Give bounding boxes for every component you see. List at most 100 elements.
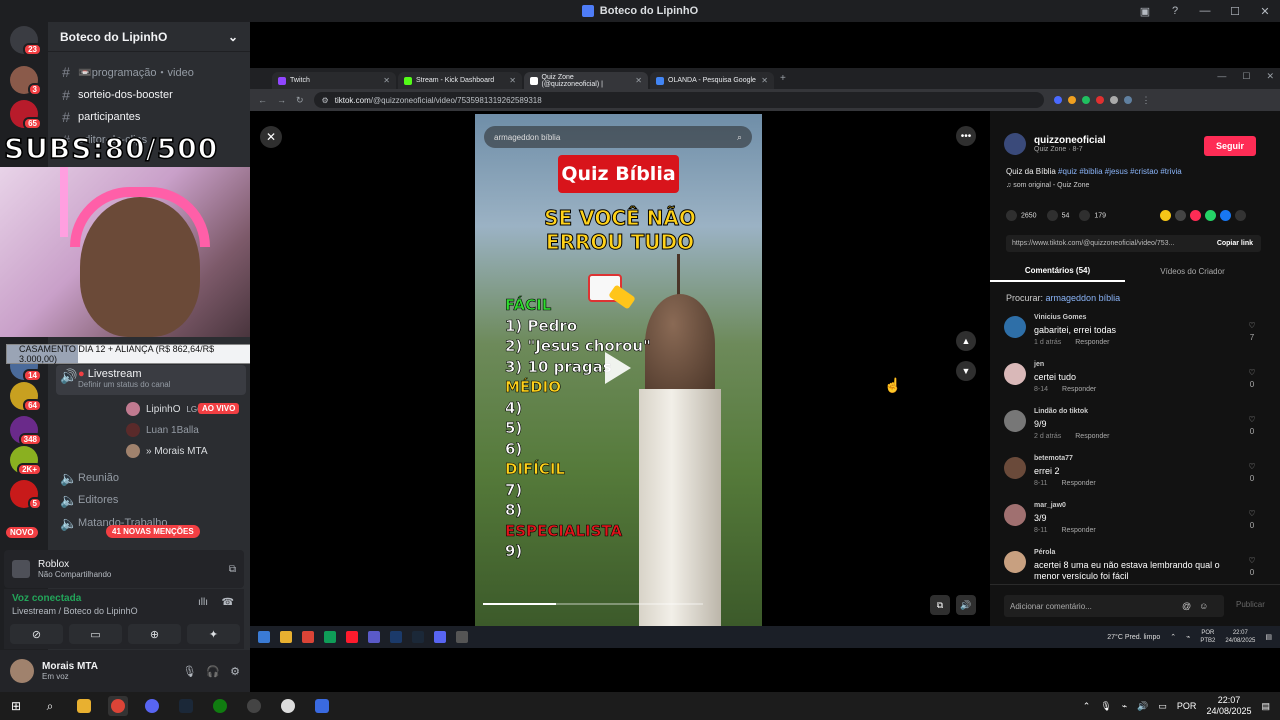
comment-like-button[interactable]: ♡ 0 <box>1244 414 1260 438</box>
comment-user[interactable]: mar_jaw0 <box>1034 502 1066 509</box>
folder-icon[interactable] <box>280 631 292 643</box>
maximize-button[interactable]: ☐ <box>1220 5 1250 18</box>
search-query-link[interactable]: armageddon bíblia <box>1046 293 1121 303</box>
comment-user[interactable]: jen <box>1034 361 1044 368</box>
channel-item[interactable]: # sorteio-dos-booster <box>56 85 246 105</box>
tab-kick[interactable]: Stream - Kick Dashboard ✕ <box>398 72 522 89</box>
file-explorer-icon[interactable] <box>74 696 94 716</box>
language-indicator[interactable]: POR <box>1177 701 1197 711</box>
steam-icon[interactable] <box>176 696 196 716</box>
display-icon[interactable]: ▭ <box>1158 701 1167 712</box>
server-icon[interactable]: 3 <box>10 66 42 96</box>
edge-icon[interactable] <box>324 631 336 643</box>
avatar[interactable] <box>1004 457 1026 479</box>
network-icon[interactable]: ⌁ <box>1186 633 1190 641</box>
signal-icon[interactable]: ıllı <box>198 597 208 608</box>
video-player[interactable]: armageddon bíblia ⌕ Quiz Bíblia SE VOCÊ … <box>475 114 762 626</box>
extension-icon[interactable] <box>1067 96 1076 104</box>
comment-user[interactable]: Vinicius Gomes <box>1034 314 1086 321</box>
menu-icon[interactable]: ⋮ <box>1142 95 1151 106</box>
server-header[interactable]: Boteco do LipinhO ⌄ <box>48 22 250 52</box>
send-icon[interactable] <box>1190 210 1201 221</box>
address-bar[interactable]: ⚙ tiktok.com/@quizzoneoficial/video/7535… <box>313 92 1044 108</box>
mention-icon[interactable]: @ <box>1182 601 1191 611</box>
volume-icon[interactable]: 🔊 <box>1137 701 1148 712</box>
extension-icon[interactable] <box>1095 96 1104 104</box>
gear-icon[interactable]: ⚙ <box>230 665 240 678</box>
pip-button[interactable]: ⧉ <box>930 595 950 615</box>
extension-icon[interactable] <box>1081 96 1090 104</box>
microphone-icon[interactable]: 🎙 <box>1100 701 1111 712</box>
server-icon[interactable]: 348 <box>10 416 42 446</box>
profile-icon[interactable] <box>1123 96 1132 104</box>
notification-icon[interactable]: ▤ <box>1261 701 1270 712</box>
minimize-button[interactable]: — <box>1217 71 1226 82</box>
comment-user[interactable]: Lindão do tiktok <box>1034 408 1088 415</box>
comment-button[interactable]: 54 <box>1046 210 1069 221</box>
close-viewer-button[interactable]: ✕ <box>260 126 282 148</box>
reply-button[interactable]: Responder <box>1075 433 1109 440</box>
server-icon[interactable]: 64 <box>10 382 42 412</box>
obs-icon[interactable] <box>244 696 264 716</box>
xbox-icon[interactable] <box>210 696 230 716</box>
facebook-icon[interactable] <box>1220 210 1231 221</box>
previous-video-button[interactable]: ▲ <box>956 331 976 351</box>
save-button[interactable]: 179 <box>1079 210 1106 221</box>
screen-share-button[interactable]: ▭ <box>69 624 122 644</box>
start-button[interactable]: ⊞ <box>6 696 26 716</box>
avatar[interactable] <box>1004 504 1026 526</box>
discord-icon[interactable] <box>142 696 162 716</box>
emoji-icon[interactable]: ☺ <box>1199 601 1208 611</box>
post-button[interactable]: Publicar <box>1236 600 1265 609</box>
chevron-up-icon[interactable]: ⌃ <box>1083 701 1091 712</box>
voice-channel-livestream[interactable]: 🔊 ● Livestream Definir um status do cana… <box>56 365 246 395</box>
start-icon[interactable] <box>258 631 270 643</box>
whatsapp-icon[interactable] <box>1205 210 1216 221</box>
app-icon[interactable] <box>312 696 332 716</box>
close-icon[interactable]: ✕ <box>383 76 390 85</box>
close-icon[interactable]: ✕ <box>635 76 642 85</box>
avatar[interactable] <box>1004 410 1026 432</box>
microphone-icon[interactable]: 🎙 <box>182 665 196 678</box>
author[interactable]: quizzoneoficial Quiz Zone · 8-7 <box>1004 133 1106 155</box>
voice-user[interactable]: LipinhO LGC <box>126 400 203 418</box>
extension-icon[interactable] <box>1053 96 1062 104</box>
close-icon[interactable]: ✕ <box>509 76 516 85</box>
app-icon[interactable] <box>278 696 298 716</box>
network-icon[interactable]: ⌁ <box>1122 701 1127 712</box>
help-icon[interactable]: ? <box>1160 5 1190 17</box>
voice-channel-item[interactable]: 🔈 Editores <box>56 490 246 510</box>
app-icon[interactable] <box>368 631 380 643</box>
server-icon[interactable]: 2K+ <box>10 446 42 476</box>
soundboard-button[interactable]: ✦ <box>187 624 240 644</box>
channel-item[interactable]: # 📼programação・video <box>56 62 246 82</box>
server-icon[interactable]: 65 <box>10 100 42 130</box>
comment-like-button[interactable]: ♡ 7 <box>1244 320 1260 344</box>
tab-twitch[interactable]: Twitch ✕ <box>272 72 396 89</box>
more-icon[interactable]: ••• <box>956 126 976 146</box>
opera-icon[interactable] <box>346 631 358 643</box>
voice-channel-item[interactable]: 🔈 Reunião <box>56 468 246 488</box>
video-progress[interactable] <box>483 603 703 605</box>
headphones-icon[interactable]: 🎧 <box>206 665 220 678</box>
reply-button[interactable]: Responder <box>1062 480 1096 487</box>
extension-icon[interactable] <box>1109 96 1118 104</box>
play-icon[interactable] <box>605 352 631 384</box>
tab-creator-videos[interactable]: Vídeos do Criador <box>1125 260 1260 282</box>
avatar[interactable] <box>10 659 34 683</box>
photoshop-icon[interactable] <box>390 631 402 643</box>
reply-button[interactable]: Responder <box>1062 527 1096 534</box>
minimize-button[interactable]: — <box>1190 5 1220 17</box>
notification-icon[interactable]: ▤ <box>1265 633 1272 641</box>
inbox-icon[interactable]: ▣ <box>1130 5 1160 18</box>
voice-user[interactable]: Luan 1Balla <box>126 421 199 439</box>
app-icon[interactable] <box>456 631 468 643</box>
comment-user[interactable]: Pérola <box>1034 549 1055 556</box>
disconnect-icon[interactable]: ☎ <box>222 597 234 608</box>
search-icon[interactable]: ⌕ <box>737 132 742 143</box>
share-screen-icon[interactable]: ⧉ <box>229 564 236 575</box>
reload-icon[interactable]: ↻ <box>296 95 304 106</box>
camera-off-button[interactable]: ⊘ <box>10 624 63 644</box>
comment-like-button[interactable]: ♡ 0 <box>1244 555 1260 579</box>
steam-icon[interactable] <box>412 631 424 643</box>
